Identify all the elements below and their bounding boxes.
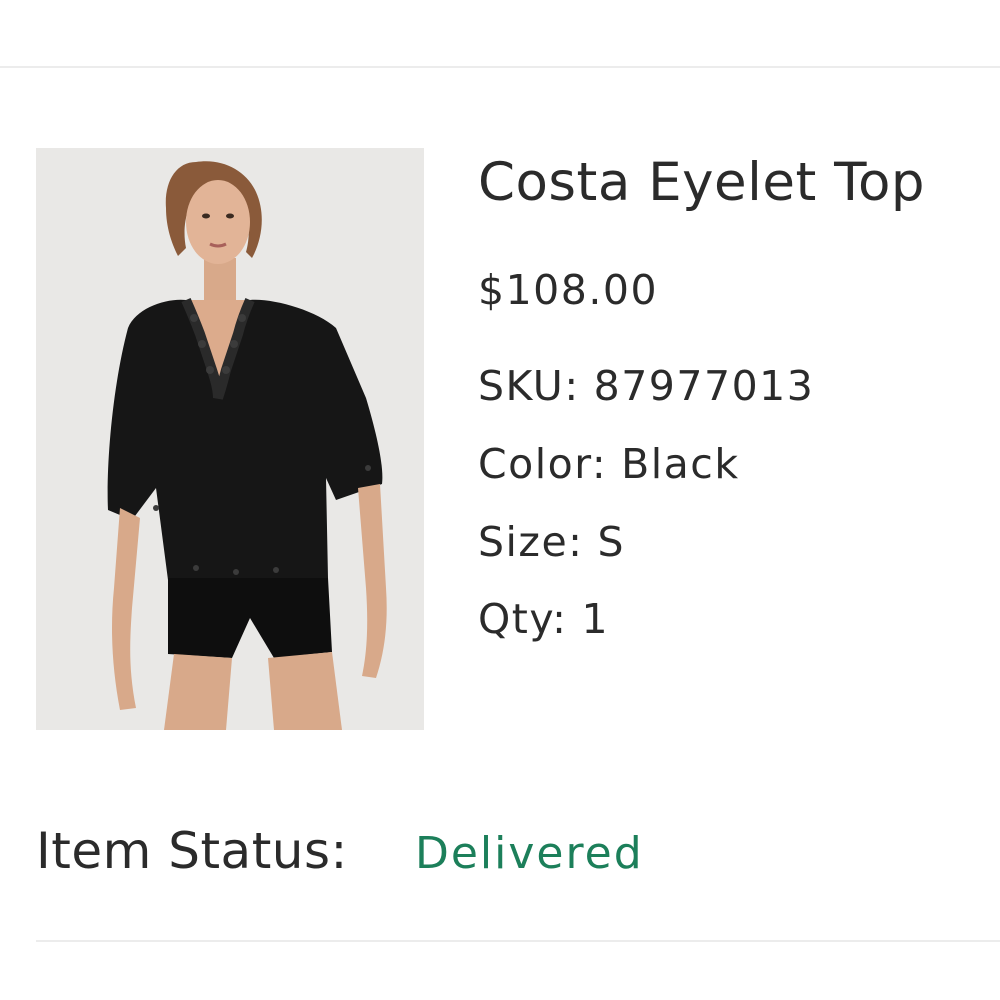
product-image[interactable] bbox=[36, 148, 424, 730]
item-status-row: Item Status: Delivered bbox=[36, 826, 644, 876]
qty-value: 1 bbox=[581, 595, 610, 643]
sku-label: SKU: bbox=[478, 362, 580, 410]
size-value: S bbox=[597, 518, 626, 566]
color-label: Color: bbox=[478, 440, 608, 488]
qty-label: Qty: bbox=[478, 595, 568, 643]
size-label: Size: bbox=[478, 518, 584, 566]
color-value: Black bbox=[621, 440, 740, 488]
product-title[interactable]: Costa Eyelet Top bbox=[478, 156, 925, 209]
bottom-divider bbox=[36, 940, 1000, 942]
order-item-card: Costa Eyelet Top $108.00 SKU: 87977013 Co… bbox=[0, 0, 1000, 1000]
item-status-value: Delivered bbox=[414, 828, 644, 879]
size-row: Size: S bbox=[478, 522, 625, 563]
item-status-label: Item Status: bbox=[36, 822, 348, 880]
sku-value: 87977013 bbox=[593, 362, 815, 410]
top-divider bbox=[0, 66, 1000, 68]
product-price: $108.00 bbox=[478, 266, 659, 314]
sku-row: SKU: 87977013 bbox=[478, 366, 814, 407]
qty-row: Qty: 1 bbox=[478, 599, 609, 640]
color-row: Color: Black bbox=[478, 444, 740, 485]
